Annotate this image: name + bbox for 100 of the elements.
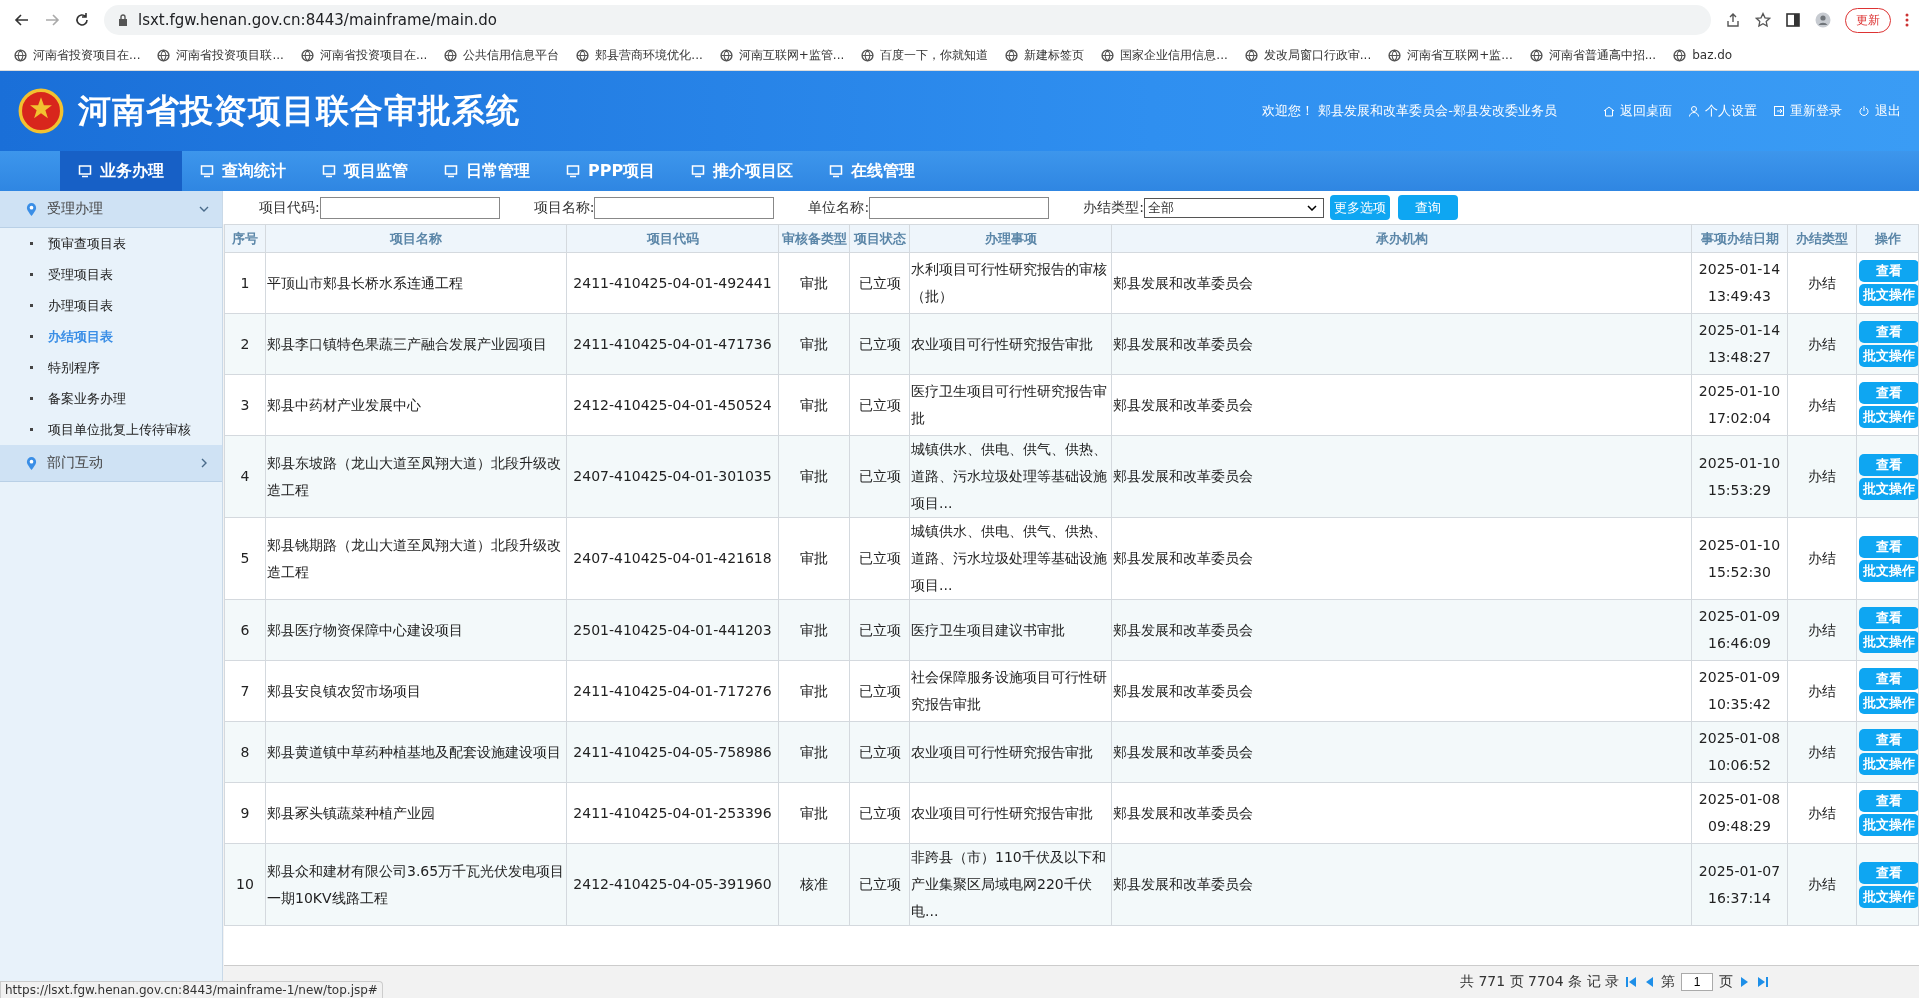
- matter: 农业项目可行性研究报告审批: [911, 804, 1093, 821]
- action-button[interactable]: 查看: [1859, 729, 1919, 751]
- nav-tab[interactable]: 业务办理: [60, 151, 182, 191]
- action-button[interactable]: 批文操作: [1859, 692, 1919, 714]
- action-button[interactable]: 查看: [1859, 535, 1919, 558]
- bookmark[interactable]: 河南省互联网+监...: [1388, 46, 1513, 64]
- header-link[interactable]: 个人设置: [1688, 102, 1757, 120]
- sidebar-group[interactable]: 受理办理: [0, 191, 222, 228]
- column-header[interactable]: 项目代码: [566, 224, 779, 253]
- project-name: 郏县铫期路（龙山大道至凤翔大道）北段升级改造工程: [267, 536, 561, 580]
- column-header[interactable]: 操作: [1856, 224, 1919, 253]
- column-header[interactable]: 办理事项: [909, 224, 1112, 253]
- bookmark[interactable]: 国家企业信用信息...: [1101, 46, 1228, 64]
- bookmark[interactable]: 百度一下，你就知道: [861, 46, 989, 64]
- project-name: 郏县安良镇农贸市场项目: [267, 682, 421, 699]
- nav-tab[interactable]: 日常管理: [426, 151, 548, 191]
- action-button[interactable]: 批文操作: [1859, 559, 1919, 582]
- page-input[interactable]: 1: [1681, 973, 1713, 991]
- bookmark[interactable]: 河南互联网+监管...: [719, 46, 845, 64]
- column-header[interactable]: 序号: [224, 224, 266, 253]
- header-link[interactable]: 返回桌面: [1603, 102, 1672, 120]
- back-icon[interactable]: [14, 12, 30, 28]
- action-button[interactable]: 查看: [1859, 260, 1919, 282]
- action-button[interactable]: 批文操作: [1859, 885, 1919, 908]
- last-page-icon[interactable]: [1757, 976, 1769, 988]
- sidebar-item[interactable]: 办理项目表: [0, 290, 222, 321]
- header-link[interactable]: 重新登录: [1773, 102, 1842, 120]
- column-header[interactable]: 项目状态: [849, 224, 910, 253]
- filter-button[interactable]: 查询: [1397, 195, 1458, 220]
- row-number: 3: [240, 396, 250, 413]
- completion-type: 办结: [1808, 335, 1836, 352]
- matter: 社会保障服务设施项目可行性研究报告审批: [911, 669, 1107, 712]
- bookmark[interactable]: 公共信用信息平台: [444, 46, 560, 64]
- type-select[interactable]: 全部: [1143, 197, 1324, 218]
- column-header[interactable]: 事项办结日期: [1691, 224, 1788, 253]
- bookmark[interactable]: 郏县营商环境优化...: [576, 46, 703, 64]
- sidebar-group[interactable]: 部门互动: [0, 445, 222, 482]
- action-button[interactable]: 批文操作: [1859, 284, 1919, 306]
- project-status: 已立项: [858, 743, 901, 760]
- column-header[interactable]: 承办机构: [1111, 224, 1692, 253]
- status-url: https://lsxt.fgw.henan.gov.cn:8443/mainframe-1/new/top.jsp#: [0, 981, 383, 998]
- action-button[interactable]: 批文操作: [1859, 631, 1919, 653]
- bookmark[interactable]: baz.do: [1673, 48, 1733, 62]
- action-button[interactable]: 查看: [1859, 607, 1919, 629]
- action-button[interactable]: 批文操作: [1859, 345, 1919, 367]
- column-header[interactable]: 项目名称: [265, 224, 567, 253]
- header-link[interactable]: 退出: [1858, 102, 1901, 120]
- nav-tab[interactable]: 推介项目区: [673, 151, 812, 191]
- row-number: 4: [240, 468, 250, 484]
- sidebar-item[interactable]: 备案业务办理: [0, 383, 222, 414]
- reload-icon[interactable]: [74, 12, 90, 28]
- row-number: 8: [240, 743, 250, 760]
- column-header[interactable]: 审核备类型: [778, 224, 850, 253]
- sidebar-item[interactable]: 特别程序: [0, 352, 222, 383]
- bookmark[interactable]: 河南省投资项目在...: [14, 46, 141, 64]
- sidebar-icon[interactable]: [1785, 12, 1801, 28]
- action-button[interactable]: 查看: [1859, 861, 1919, 884]
- action-button[interactable]: 查看: [1859, 321, 1919, 343]
- bookmark[interactable]: 河南省投资项目联...: [157, 46, 284, 64]
- action-button[interactable]: 查看: [1859, 453, 1919, 476]
- filter-button[interactable]: 更多选项: [1329, 195, 1390, 220]
- nav-tab[interactable]: 项目监管: [304, 151, 426, 191]
- agency: 郏县发展和改革委员会: [1113, 804, 1253, 821]
- sidebar-item[interactable]: 项目单位批复上传待审核: [0, 414, 222, 445]
- sidebar-item[interactable]: 办结项目表: [0, 321, 222, 352]
- action-button[interactable]: 批文操作: [1859, 477, 1919, 500]
- bookmark[interactable]: 发改局窗口行政审...: [1244, 46, 1372, 64]
- bookmark[interactable]: 新建标签页: [1005, 46, 1085, 64]
- star-icon[interactable]: [1755, 12, 1771, 28]
- project-code: 2412-410425-04-05-391960: [573, 876, 772, 892]
- nav-tab[interactable]: 查询统计: [182, 151, 304, 191]
- first-page-icon[interactable]: [1625, 976, 1637, 988]
- sidebar-item[interactable]: 受理项目表: [0, 259, 222, 290]
- action-button[interactable]: 查看: [1859, 668, 1919, 690]
- bookmark[interactable]: 河南省普通高中招...: [1529, 46, 1657, 64]
- action-button[interactable]: 查看: [1859, 382, 1919, 404]
- forward-icon[interactable]: [44, 12, 60, 28]
- bookmark[interactable]: 河南省投资项目在...: [300, 46, 428, 64]
- sidebar-item[interactable]: 预审查项目表: [0, 228, 222, 259]
- filter-input[interactable]: [319, 196, 500, 219]
- action-button[interactable]: 批文操作: [1859, 753, 1919, 775]
- approval-type: 审批: [800, 743, 828, 760]
- filter-input[interactable]: [594, 196, 775, 219]
- action-button[interactable]: 批文操作: [1859, 814, 1919, 836]
- nav-tab[interactable]: PPP项目: [548, 151, 674, 191]
- action-button[interactable]: 查看: [1859, 790, 1919, 812]
- filter-input[interactable]: [869, 196, 1050, 219]
- share-icon[interactable]: [1725, 12, 1741, 28]
- profile-icon[interactable]: [1815, 12, 1831, 28]
- column-header[interactable]: 办结类型: [1787, 224, 1857, 253]
- completion-type: 办结: [1808, 621, 1836, 638]
- nav-tab[interactable]: 在线管理: [811, 151, 934, 191]
- agency: 郏县发展和改革委员会: [1113, 876, 1253, 892]
- nav-icon: [200, 164, 214, 178]
- update-button[interactable]: 更新: [1845, 7, 1891, 33]
- action-button[interactable]: 批文操作: [1859, 406, 1919, 428]
- address-bar[interactable]: lsxt.fgw.henan.gov.cn:8443/mainframe/main.do: [104, 5, 1711, 35]
- more-icon[interactable]: [1905, 12, 1909, 28]
- page-suffix: 页: [1719, 973, 1733, 991]
- agency: 郏县发展和改革委员会: [1113, 335, 1253, 352]
